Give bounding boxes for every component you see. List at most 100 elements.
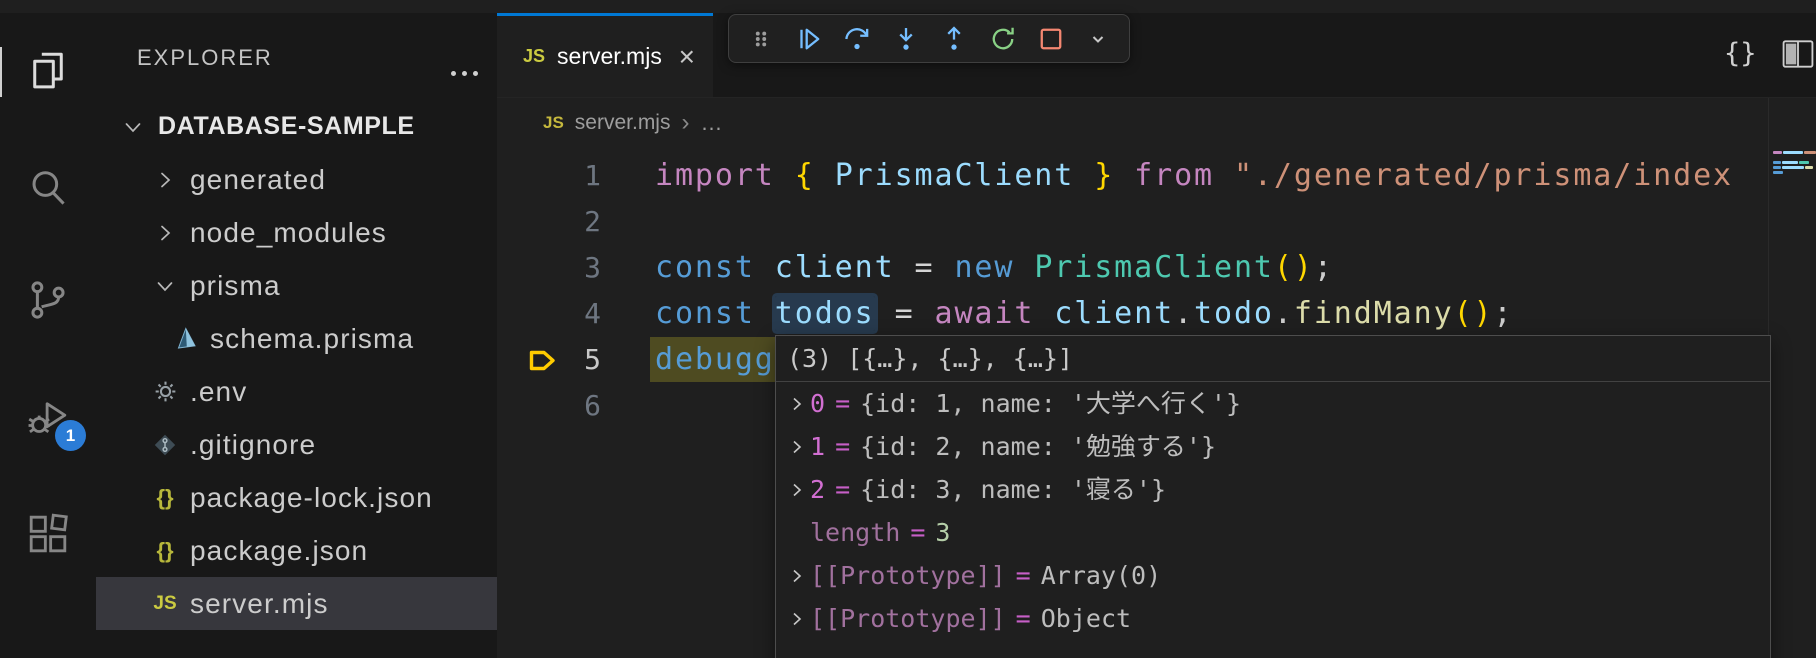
debug-variable-row[interactable]: 1={id: 2, name: '勉強する'} xyxy=(776,425,1770,468)
line-number[interactable]: 6 xyxy=(497,383,601,429)
variable-name: length xyxy=(810,511,900,554)
git-file-icon xyxy=(150,432,180,458)
files-icon xyxy=(25,48,71,94)
equals-sign: = xyxy=(835,425,850,468)
expand-chevron-icon[interactable] xyxy=(788,481,806,499)
code-text: const todos = await client.todo.findMany… xyxy=(655,291,1513,337)
expand-chevron-icon[interactable] xyxy=(788,567,806,585)
restart-button[interactable] xyxy=(988,24,1018,54)
variable-value: {id: 3, name: '寝る'} xyxy=(860,468,1166,511)
tree-item--gitignore[interactable]: .gitignore xyxy=(96,418,497,471)
tree-item-label: generated xyxy=(190,164,326,196)
debug-variable-row[interactable]: [[Prototype]]=Array(0) xyxy=(776,554,1770,597)
split-editor-icon[interactable] xyxy=(1781,39,1815,69)
debug-variable-row[interactable]: [[Prototype]]=Object xyxy=(776,597,1770,640)
chevron-down-icon[interactable] xyxy=(118,116,148,138)
debug-hover-popup[interactable]: (3) [{…}, {…}, {…}] 0={id: 1, name: '大学へ… xyxy=(775,335,1771,658)
tab-label: server.mjs xyxy=(557,43,662,70)
variable-value: {id: 1, name: '大学へ行く'} xyxy=(860,382,1241,425)
tree-item-label: schema.prisma xyxy=(210,323,414,355)
line-number[interactable]: 4 xyxy=(497,291,601,337)
tree-item-schema-prisma[interactable]: schema.prisma xyxy=(96,312,497,365)
step-into-button[interactable] xyxy=(891,24,921,54)
active-view-indicator xyxy=(0,47,2,97)
activity-bar: 1 xyxy=(0,13,96,658)
chevron-right-icon[interactable] xyxy=(150,222,180,244)
line-number[interactable]: 1 xyxy=(497,153,601,199)
debug-variable-row[interactable]: 0={id: 1, name: '大学へ行く'} xyxy=(776,382,1770,425)
source-control-icon xyxy=(25,277,71,323)
tree-item-prisma[interactable]: prisma xyxy=(96,259,497,312)
tree-item-node-modules[interactable]: node_modules xyxy=(96,206,497,259)
variable-value: Array(0) xyxy=(1041,554,1161,597)
tab-bar: JS server.mjs × xyxy=(497,13,1816,98)
minimap-code-line xyxy=(1773,151,1816,154)
activity-item-source-control[interactable] xyxy=(25,277,71,323)
tree-item-label: server.mjs xyxy=(190,588,329,620)
line-number[interactable]: 2 xyxy=(497,199,601,245)
step-out-button[interactable] xyxy=(939,24,969,54)
variable-name: [[Prototype]] xyxy=(810,597,1006,640)
tab-server-mjs[interactable]: JS server.mjs × xyxy=(497,13,713,97)
tree-item-package-json[interactable]: {}package.json xyxy=(96,524,497,577)
variable-name: 2 xyxy=(810,468,825,511)
braces-file-icon: {} xyxy=(150,485,180,511)
chevron-down-icon[interactable] xyxy=(1085,26,1111,52)
format-braces-icon[interactable]: {} xyxy=(1724,38,1757,69)
debug-variable-row[interactable]: length=3 xyxy=(776,511,1770,554)
search-icon xyxy=(25,165,71,211)
expand-chevron-icon[interactable] xyxy=(788,395,806,413)
equals-sign: = xyxy=(1016,597,1031,640)
code-editor[interactable]: JS server.mjs › … 1import { PrismaClient… xyxy=(497,98,1816,658)
expand-chevron-icon[interactable] xyxy=(788,438,806,456)
code-line-2[interactable]: 2 xyxy=(497,199,1768,245)
title-bar xyxy=(0,0,1816,13)
step-over-button[interactable] xyxy=(842,24,872,54)
continue-button[interactable] xyxy=(794,24,824,54)
variable-value: Object xyxy=(1041,597,1131,640)
chevron-right-icon[interactable] xyxy=(150,169,180,191)
prisma-file-icon xyxy=(170,325,200,353)
activity-item-search[interactable] xyxy=(25,165,71,211)
chevron-right-icon: › xyxy=(681,109,689,137)
stop-button[interactable] xyxy=(1036,24,1066,54)
tree-item-package-lock-json[interactable]: {}package-lock.json xyxy=(96,471,497,524)
equals-sign: = xyxy=(1016,554,1031,597)
activity-item-explorer[interactable] xyxy=(25,48,71,94)
gear-file-icon xyxy=(150,378,180,405)
breadcrumb-file[interactable]: server.mjs xyxy=(575,111,671,135)
expand-chevron-icon[interactable] xyxy=(788,610,806,628)
tree-item-database-sample[interactable]: DATABASE-SAMPLE xyxy=(96,100,497,153)
tree-item-label: prisma xyxy=(190,270,281,302)
chevron-down-icon[interactable] xyxy=(150,275,180,297)
variable-name: [[Prototype]] xyxy=(810,554,1006,597)
gripper-icon[interactable] xyxy=(747,25,775,53)
debug-variable-row[interactable]: 2={id: 3, name: '寝る'} xyxy=(776,468,1770,511)
extensions-icon xyxy=(25,511,71,557)
editor-actions: {} xyxy=(1724,38,1815,69)
tree-item-label: package.json xyxy=(190,535,368,567)
code-line-4[interactable]: 4 const todos = await client.todo.findMan… xyxy=(497,291,1768,337)
line-number[interactable]: 3 xyxy=(497,245,601,291)
variable-value: 3 xyxy=(935,511,950,554)
minimap-code-line xyxy=(1773,161,1809,164)
tree-item--env[interactable]: .env xyxy=(96,365,497,418)
variable-name: 1 xyxy=(810,425,825,468)
sidebar-title: EXPLORER xyxy=(137,45,273,71)
tree-item-label: .env xyxy=(190,376,247,408)
code-line-1[interactable]: 1import { PrismaClient } from "./generat… xyxy=(497,153,1768,199)
tree-item-server-mjs[interactable]: JSserver.mjs xyxy=(96,577,497,630)
code-line-3[interactable]: 3const client = new PrismaClient(); xyxy=(497,245,1768,291)
tree-item-label: DATABASE-SAMPLE xyxy=(158,112,415,141)
equals-sign: = xyxy=(910,511,925,554)
close-icon[interactable]: × xyxy=(679,43,695,71)
more-actions-icon[interactable] xyxy=(448,63,481,81)
tree-item-label: node_modules xyxy=(190,217,387,249)
explorer-sidebar: EXPLORER DATABASE-SAMPLE generated node_mo… xyxy=(96,13,497,658)
minimap[interactable] xyxy=(1768,98,1816,658)
breadcrumb-tail[interactable]: … xyxy=(700,110,722,136)
js-file-icon: JS xyxy=(543,113,564,133)
tree-item-generated[interactable]: generated xyxy=(96,153,497,206)
activity-item-extensions[interactable] xyxy=(25,511,71,557)
variable-name: 0 xyxy=(810,382,825,425)
